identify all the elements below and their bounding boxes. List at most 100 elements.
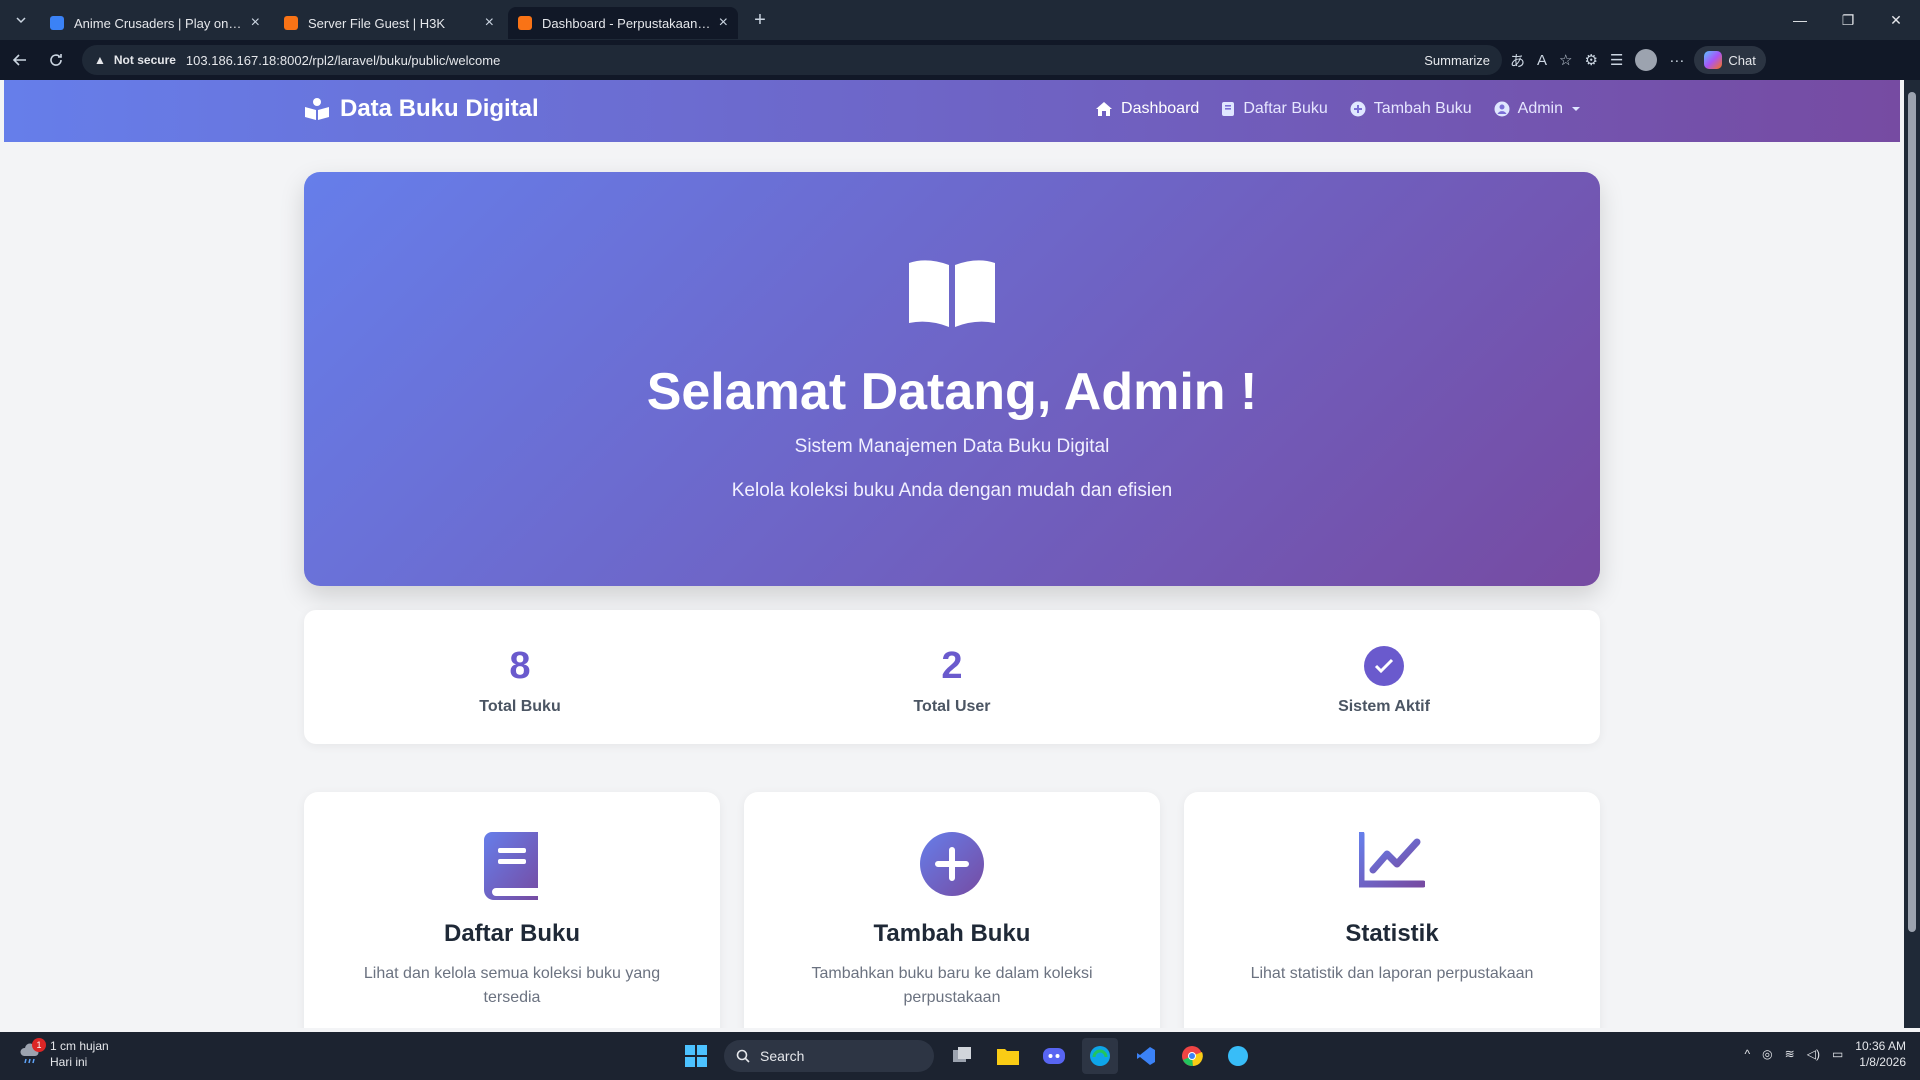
start-button[interactable]	[678, 1038, 714, 1074]
vscode-icon[interactable]	[1128, 1038, 1164, 1074]
restore-icon[interactable]: ❐	[1824, 0, 1872, 40]
notification-badge: 1	[32, 1038, 46, 1052]
home-icon	[1096, 102, 1113, 116]
search-icon	[736, 1049, 750, 1063]
xampp-favicon-icon	[518, 16, 532, 30]
book-icon	[484, 832, 538, 900]
roblox-favicon-icon	[50, 16, 64, 30]
plus-circle-icon	[1350, 101, 1366, 117]
nav-daftar-buku-label: Daftar Buku	[1243, 100, 1328, 117]
url-text[interactable]: 103.186.167.18:8002/rpl2/laravel/buku/pu…	[186, 53, 500, 68]
nav-tambah-buku-label: Tambah Buku	[1373, 100, 1472, 117]
chevron-down-icon	[16, 17, 26, 24]
tray-app-icon[interactable]: ◎	[1762, 1047, 1772, 1061]
card-description: Lihat dan kelola semua koleksi buku yang…	[363, 965, 661, 1006]
card-tambah-buku[interactable]: Tambah Buku Tambahkan buku baru ke dalam…	[744, 792, 1160, 1028]
rain-cloud-icon: 1	[18, 1038, 46, 1066]
chrome-icon[interactable]	[1174, 1038, 1210, 1074]
summarize-button[interactable]: Summarize	[1424, 53, 1490, 68]
security-label[interactable]: Not secure	[114, 53, 176, 67]
reload-button[interactable]	[40, 44, 72, 76]
nav-daftar-buku[interactable]: Daftar Buku	[1221, 100, 1328, 118]
chevron-up-icon[interactable]: ^	[1745, 1047, 1751, 1061]
user-circle-icon	[1494, 101, 1510, 117]
nav-dashboard[interactable]: Dashboard	[1095, 100, 1199, 118]
close-tab-icon[interactable]: ×	[719, 15, 728, 31]
welcome-hero: Selamat Datang, Admin ! Sistem Manajemen…	[304, 172, 1600, 586]
windows-logo-icon	[685, 1045, 707, 1067]
discord-icon[interactable]	[1036, 1038, 1072, 1074]
volume-icon[interactable]: ◁)	[1807, 1047, 1820, 1061]
chat-label: Chat	[1728, 52, 1756, 68]
wifi-icon[interactable]: ≋	[1785, 1047, 1795, 1061]
favorite-star-icon[interactable]: ☆	[1559, 51, 1572, 69]
card-statistik[interactable]: Statistik Lihat statistik dan laporan pe…	[1184, 792, 1600, 1028]
close-tab-icon[interactable]: ×	[485, 15, 494, 31]
nav-tambah-buku[interactable]: Tambah Buku	[1350, 100, 1472, 118]
weather-subtext: Hari ini	[50, 1055, 88, 1069]
stat-label: Sistem Aktif	[1338, 698, 1430, 715]
stat-total-user: 2 Total User	[736, 610, 1168, 744]
page-viewport: Data Buku Digital Dashboard Daftar Buku …	[4, 80, 1900, 1028]
taskbar-search[interactable]: Search	[724, 1040, 934, 1072]
card-daftar-buku[interactable]: Daftar Buku Lihat dan kelola semua kolek…	[304, 792, 720, 1028]
close-tab-icon[interactable]: ×	[251, 15, 260, 31]
arrow-left-icon	[12, 54, 26, 66]
browser-tab-server[interactable]: Server File Guest | H3K ×	[274, 7, 504, 39]
battery-icon[interactable]: ▭	[1832, 1047, 1843, 1061]
stat-value: 2	[941, 645, 963, 687]
weather-widget[interactable]: 1 1 cm hujan Hari ini	[18, 1038, 109, 1070]
card-description: Lihat statistik dan laporan perpustakaan	[1250, 965, 1534, 982]
chart-line-icon	[1359, 832, 1425, 888]
windows-taskbar: 1 1 cm hujan Hari ini Search ^ ◎ ≋ ◁) ▭ …	[0, 1032, 1920, 1080]
browser-address-bar: ▲ Not secure 103.186.167.18:8002/rpl2/la…	[0, 40, 1920, 80]
brand-link[interactable]: Data Buku Digital	[304, 95, 539, 123]
hero-title: Selamat Datang, Admin !	[646, 363, 1258, 421]
url-field[interactable]: ▲ Not secure 103.186.167.18:8002/rpl2/la…	[82, 45, 1502, 75]
tab-title: Dashboard - Perpustakaan Digital	[542, 15, 711, 31]
nav-admin-dropdown[interactable]: Admin	[1494, 100, 1581, 118]
book-icon	[1222, 102, 1235, 116]
app-icon[interactable]	[1220, 1038, 1256, 1074]
weather-text: 1 cm hujan	[50, 1039, 109, 1053]
system-tray: ^ ◎ ≋ ◁) ▭ 10:36 AM 1/8/2026	[1745, 1038, 1906, 1070]
translate-icon[interactable]: あ	[1510, 50, 1525, 71]
taskbar-apps: Search	[678, 1038, 1256, 1074]
stat-sistem-aktif: Sistem Aktif	[1168, 610, 1600, 744]
stat-value: 8	[509, 645, 531, 687]
check-circle-icon	[1364, 646, 1404, 686]
card-title: Daftar Buku	[443, 920, 581, 947]
page-scrollbar[interactable]	[1904, 80, 1920, 1028]
read-aloud-icon[interactable]: A	[1537, 52, 1547, 69]
file-explorer-icon[interactable]	[990, 1038, 1026, 1074]
clock-time: 10:36 AM	[1855, 1039, 1906, 1053]
more-options-icon[interactable]: ···	[1669, 52, 1684, 69]
edge-browser-icon[interactable]	[1082, 1038, 1118, 1074]
nav-menu: Dashboard Daftar Buku Tambah Buku Admin	[1095, 100, 1581, 118]
card-title: Statistik	[1345, 920, 1439, 947]
back-button[interactable]	[4, 44, 36, 76]
feature-cards: Daftar Buku Lihat dan kelola semua kolek…	[304, 792, 1600, 1028]
browser-tab-dashboard[interactable]: Dashboard - Perpustakaan Digital ×	[508, 7, 738, 39]
favorites-list-icon[interactable]: ☰	[1610, 51, 1623, 69]
window-controls: — ❐ ✕	[1776, 0, 1920, 40]
stat-label: Total Buku	[479, 698, 561, 715]
minimize-icon[interactable]: —	[1776, 0, 1824, 40]
task-view-icon[interactable]	[944, 1038, 980, 1074]
hero-subtitle: Sistem Manajemen Data Buku Digital	[794, 436, 1110, 457]
scrollbar-thumb[interactable]	[1908, 92, 1916, 932]
extensions-icon[interactable]: ⚙	[1584, 51, 1597, 69]
tab-list-button[interactable]	[6, 6, 36, 34]
stats-panel: 8 Total Buku 2 Total User Sistem Aktif	[304, 610, 1600, 744]
profile-avatar[interactable]	[1635, 49, 1658, 71]
plus-circle-icon	[920, 832, 984, 896]
browser-tab-roblox[interactable]: Anime Crusaders | Play on Roblox ×	[40, 7, 270, 39]
copilot-chat-button[interactable]: Chat	[1694, 46, 1766, 74]
clock-date: 1/8/2026	[1859, 1055, 1906, 1069]
close-window-icon[interactable]: ✕	[1872, 0, 1920, 40]
nav-dashboard-label: Dashboard	[1121, 100, 1200, 117]
clock[interactable]: 10:36 AM 1/8/2026	[1855, 1038, 1906, 1070]
search-label: Search	[760, 1048, 805, 1064]
new-tab-button[interactable]: +	[746, 9, 774, 32]
browser-tab-bar: Anime Crusaders | Play on Roblox × Serve…	[0, 0, 1920, 40]
